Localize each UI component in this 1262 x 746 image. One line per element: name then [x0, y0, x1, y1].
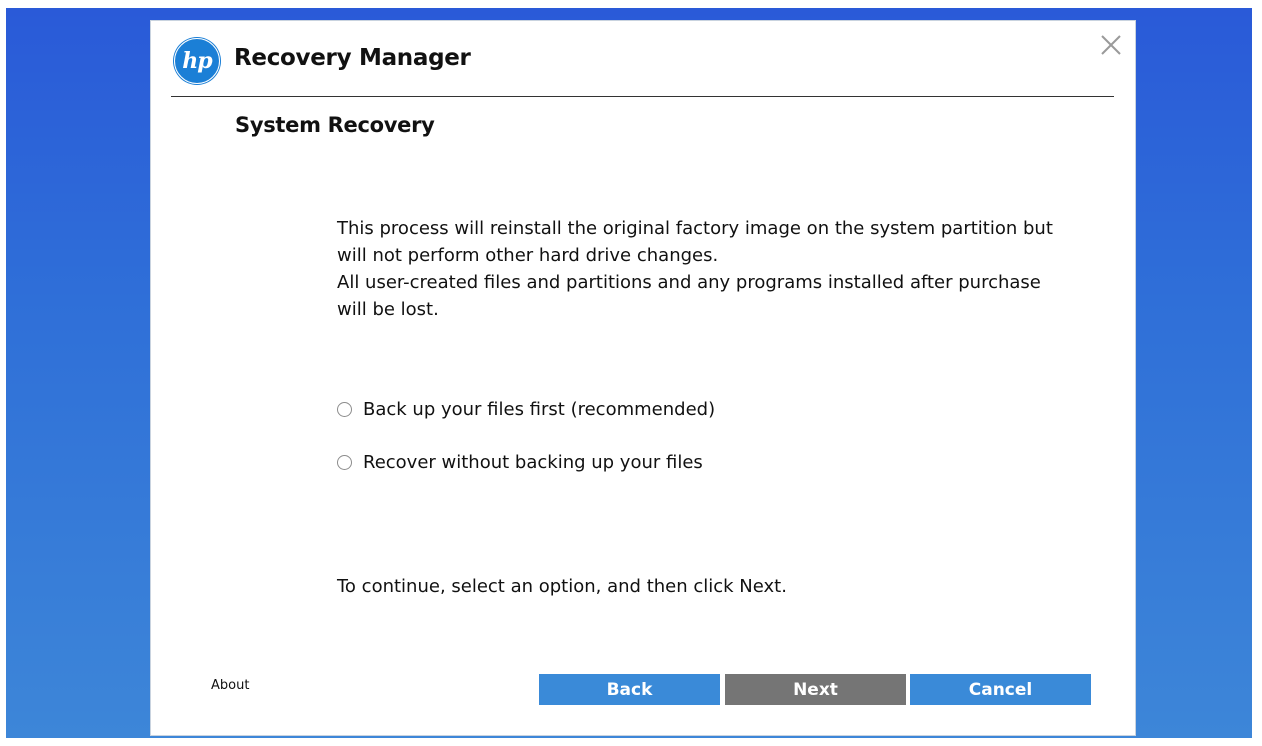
- option-label: Recover without backing up your files: [363, 452, 703, 473]
- close-icon: [1101, 35, 1121, 55]
- description-line: This process will reinstall the original…: [337, 218, 1053, 239]
- hp-logo-text: hp: [182, 48, 212, 74]
- section-title: System Recovery: [235, 113, 435, 137]
- bottom-strip: [6, 738, 1252, 746]
- radio-button[interactable]: [337, 402, 352, 417]
- radio-button[interactable]: [337, 455, 352, 470]
- description: This process will reinstall the original…: [337, 215, 1077, 323]
- back-button[interactable]: Back: [539, 674, 720, 705]
- option-backup-first[interactable]: Back up your files first (recommended): [337, 399, 715, 420]
- next-button[interactable]: Next: [725, 674, 906, 705]
- description-line: will be lost.: [337, 299, 439, 320]
- about-link[interactable]: About: [211, 678, 249, 693]
- cancel-button[interactable]: Cancel: [910, 674, 1091, 705]
- hp-logo: hp: [173, 37, 221, 85]
- recovery-manager-dialog: hp Recovery Manager System Recovery This…: [151, 21, 1135, 735]
- app-title: Recovery Manager: [234, 45, 471, 71]
- header-divider: [171, 96, 1114, 97]
- description-line: will not perform other hard drive change…: [337, 245, 719, 266]
- option-label: Back up your files first (recommended): [363, 399, 716, 420]
- instruction-text: To continue, select an option, and then …: [337, 576, 787, 597]
- description-line: All user-created files and partitions an…: [337, 272, 1041, 293]
- option-recover-without-backup[interactable]: Recover without backing up your files: [337, 452, 703, 473]
- close-button[interactable]: [1099, 33, 1123, 57]
